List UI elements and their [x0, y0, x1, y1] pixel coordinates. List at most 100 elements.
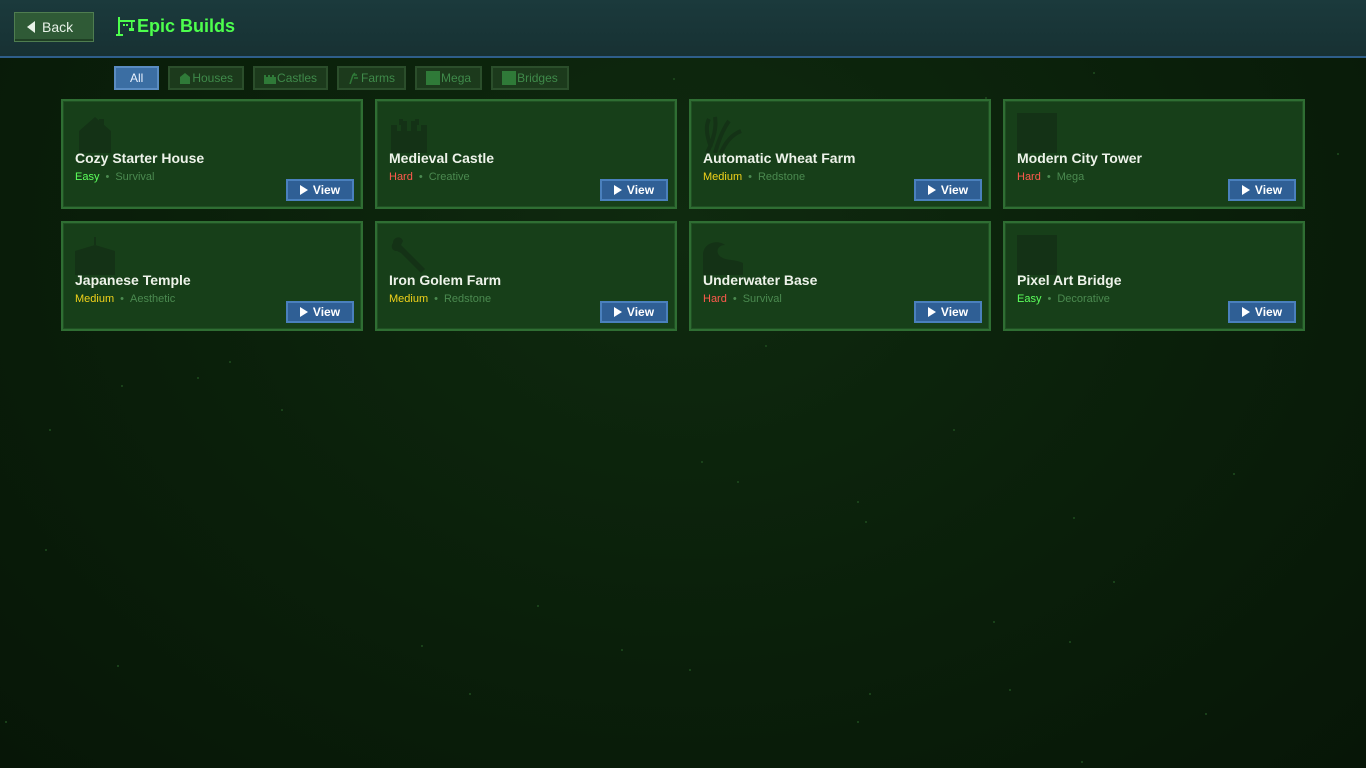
back-label: Back: [42, 19, 74, 35]
crane-icon: [116, 17, 135, 36]
filter-label: Castles: [277, 71, 318, 85]
play-icon: [299, 307, 308, 317]
view-button[interactable]: View: [914, 301, 982, 323]
difficulty-badge: Hard: [1017, 171, 1041, 183]
build-card[interactable]: Modern City Tower Hard • Mega View: [1003, 99, 1305, 209]
filter-castles[interactable]: Castles: [253, 66, 329, 90]
view-button[interactable]: View: [1228, 301, 1296, 323]
wheat-icon: [704, 116, 742, 153]
build-card[interactable]: Underwater Base Hard • Survival View: [689, 221, 991, 331]
top-bar: Back Epic Builds: [0, 0, 1366, 58]
filter-farms[interactable]: Farms: [337, 66, 407, 90]
build-meta: Medium • Aesthetic: [75, 293, 175, 305]
build-name: Underwater Base: [703, 272, 818, 288]
view-label: View: [1254, 183, 1283, 197]
filter-label: Mega: [441, 71, 472, 85]
play-icon: [1241, 185, 1250, 195]
build-meta: Easy • Decorative: [1017, 293, 1110, 305]
build-category: Mega: [1056, 171, 1085, 183]
filter-bridges[interactable]: Bridges: [491, 66, 569, 90]
view-label: View: [1254, 305, 1283, 319]
difficulty-badge: Medium: [75, 293, 115, 305]
play-icon: [299, 185, 308, 195]
build-category: Aesthetic: [129, 293, 176, 305]
build-category: Decorative: [1057, 293, 1110, 305]
block-icon: [426, 71, 441, 85]
back-button[interactable]: Back: [14, 12, 94, 42]
view-button[interactable]: View: [1228, 179, 1296, 201]
castle-icon: [391, 119, 427, 153]
separator-dot: •: [748, 171, 752, 183]
separator-dot: •: [105, 171, 110, 183]
back-arrow-icon: [27, 21, 35, 33]
view-button[interactable]: View: [286, 179, 354, 201]
difficulty-badge: Hard: [703, 293, 727, 305]
separator-dot: •: [418, 171, 423, 183]
difficulty-badge: Medium: [389, 293, 429, 305]
view-label: View: [312, 305, 341, 319]
filter-houses[interactable]: Houses: [168, 66, 245, 90]
build-card[interactable]: Automatic Wheat Farm Medium • Redstone Vie…: [689, 99, 991, 209]
build-name: Modern City Tower: [1017, 150, 1142, 166]
page-title-text: Epic Builds: [137, 15, 236, 36]
bridge-block-icon: [1017, 235, 1057, 275]
build-meta: Hard • Mega: [1017, 171, 1084, 183]
build-meta: Hard • Survival: [703, 293, 782, 305]
build-card[interactable]: Japanese Temple Medium • Aesthetic View: [61, 221, 363, 331]
house-icon: [79, 117, 111, 153]
filter-label: Farms: [361, 71, 396, 85]
filter-label: Houses: [192, 71, 234, 85]
build-name: Pixel Art Bridge: [1017, 272, 1122, 288]
play-icon: [613, 307, 622, 317]
separator-dot: •: [1047, 293, 1052, 305]
separator-dot: •: [1046, 171, 1051, 183]
filter-all[interactable]: All: [114, 66, 160, 90]
castle-icon: [264, 75, 277, 84]
filter-mega[interactable]: Mega: [415, 66, 483, 90]
filter-bar: All Houses Castles Farms Mega Bridges: [114, 66, 569, 90]
view-label: View: [626, 305, 655, 319]
build-card[interactable]: Pixel Art Bridge Easy • Decorative View: [1003, 221, 1305, 331]
view-button[interactable]: View: [600, 179, 668, 201]
difficulty-badge: Hard: [389, 171, 413, 183]
build-category: Creative: [428, 171, 470, 183]
build-category: Survival: [742, 293, 782, 305]
temple-icon: [75, 237, 115, 275]
build-meta: Medium • Redstone: [389, 293, 491, 305]
build-name: Cozy Starter House: [75, 150, 205, 166]
view-label: View: [626, 183, 655, 197]
build-name: Japanese Temple: [75, 272, 191, 288]
difficulty-badge: Easy: [75, 171, 100, 183]
block-icon: [502, 71, 517, 85]
build-name: Medieval Castle: [389, 150, 495, 166]
filter-label: All: [130, 71, 144, 85]
build-card[interactable]: Iron Golem Farm Medium • Redstone View: [375, 221, 677, 331]
separator-dot: •: [434, 293, 438, 305]
separator-dot: •: [120, 293, 124, 305]
build-name: Iron Golem Farm: [389, 272, 502, 288]
build-category: Redstone: [757, 171, 806, 183]
wrench-icon: [391, 237, 425, 273]
build-category: Redstone: [443, 293, 492, 305]
view-button[interactable]: View: [286, 301, 354, 323]
build-card[interactable]: Cozy Starter House Easy • Survival View: [61, 99, 363, 209]
view-label: View: [940, 305, 969, 319]
build-meta: Hard • Creative: [389, 171, 470, 183]
filter-label: Bridges: [517, 71, 558, 85]
build-card[interactable]: Medieval Castle Hard • Creative View: [375, 99, 677, 209]
view-label: View: [940, 183, 969, 197]
house-icon: [180, 73, 191, 84]
build-category: Survival: [115, 171, 155, 183]
separator-dot: •: [732, 293, 737, 305]
page-title: Epic Builds: [115, 15, 235, 37]
play-icon: [613, 185, 622, 195]
play-icon: [927, 185, 936, 195]
build-meta: Easy • Survival: [75, 171, 154, 183]
wheat-icon: [349, 72, 359, 84]
builds-grid: Cozy Starter House Easy • Survival View Me…: [61, 99, 1305, 331]
build-meta: Medium • Redstone: [703, 171, 805, 183]
difficulty-badge: Medium: [703, 171, 743, 183]
view-button[interactable]: View: [914, 179, 982, 201]
play-icon: [927, 307, 936, 317]
view-button[interactable]: View: [600, 301, 668, 323]
